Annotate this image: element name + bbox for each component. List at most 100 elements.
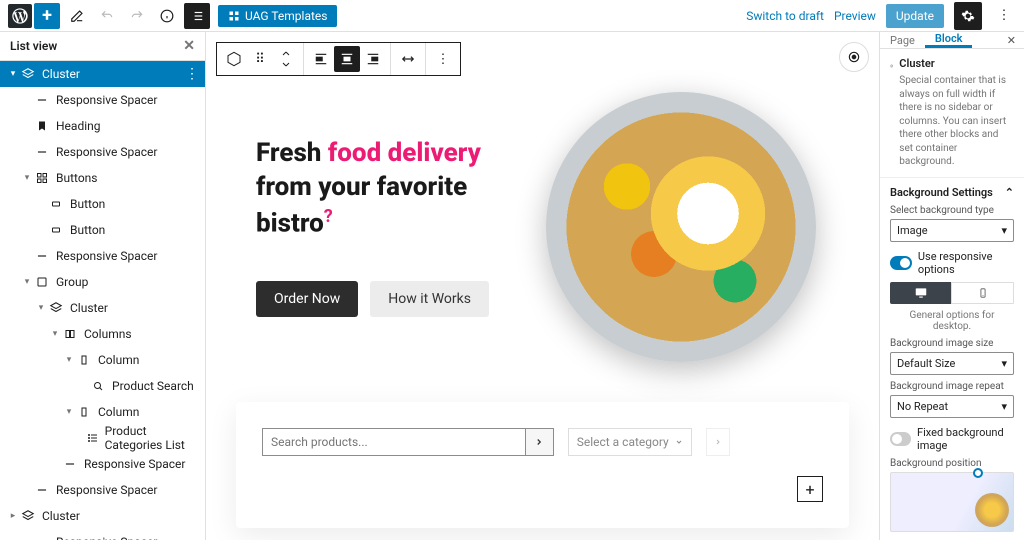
caret-icon[interactable]: ▾ — [20, 277, 34, 287]
align-center-button[interactable] — [334, 46, 360, 72]
bg-position-label: Background position — [890, 458, 1014, 469]
list-view-button[interactable] — [184, 3, 210, 29]
list-item-responsive-spacer[interactable]: Responsive Spacer — [0, 243, 205, 269]
caret-icon[interactable]: ▾ — [62, 407, 76, 417]
caret-icon[interactable]: ▾ — [34, 303, 48, 313]
drag-handle[interactable]: ⠿ — [247, 46, 273, 72]
list-item-heading[interactable]: Heading — [0, 113, 205, 139]
bg-type-select[interactable]: Image ▾ — [890, 219, 1014, 242]
list-item-responsive-spacer[interactable]: Responsive Spacer — [0, 139, 205, 165]
bg-size-select[interactable]: Default Size▾ — [890, 352, 1014, 375]
list-item-responsive-spacer[interactable]: Responsive Spacer — [0, 477, 205, 503]
list-item-product-search[interactable]: Product Search — [0, 373, 205, 399]
block-toolbar: ⠿ ⋮ — [216, 42, 461, 76]
edit-mode-button[interactable] — [64, 3, 90, 29]
block-inspector: Page Block ✕ Cluster Special container t… — [879, 32, 1024, 540]
switch-to-draft-link[interactable]: Switch to draft — [746, 9, 824, 23]
update-button[interactable]: Update — [886, 4, 944, 28]
list-icon — [87, 430, 99, 446]
list-item-group[interactable]: ▾Group — [0, 269, 205, 295]
list-item-column[interactable]: ▾ Column — [0, 399, 205, 425]
caret-icon[interactable]: ▾ — [48, 329, 62, 339]
device-desktop-button[interactable] — [890, 282, 951, 304]
block-type-button[interactable] — [221, 46, 247, 72]
close-list-view-button[interactable]: ✕ — [183, 38, 195, 54]
bookmark-icon — [34, 118, 50, 134]
list-item-label: Cluster — [70, 301, 108, 315]
how-it-works-button[interactable]: How it Works — [370, 281, 489, 317]
align-right-button[interactable] — [360, 46, 386, 72]
list-item-cluster[interactable]: ▾ Cluster — [0, 295, 205, 321]
list-item-responsive-spacer[interactable]: Responsive Spacer — [0, 451, 205, 477]
preview-link[interactable]: Preview — [834, 9, 876, 23]
list-item-label: Responsive Spacer — [84, 457, 185, 471]
caret-icon[interactable]: ▾ — [62, 355, 76, 365]
list-item-label: Button — [70, 223, 105, 237]
list-item-button[interactable]: Button — [0, 191, 205, 217]
list-item-button[interactable]: Button — [0, 217, 205, 243]
list-item-label: Buttons — [56, 171, 98, 185]
list-item-cluster[interactable]: ▾Cluster⋮ — [0, 61, 205, 87]
redo-button[interactable] — [124, 3, 150, 29]
hero-heading[interactable]: Fresh food delivery from your favorite b… — [256, 137, 493, 241]
grid-icon — [34, 170, 50, 186]
top-toolbar: + UAG Templates Switch to draft Preview … — [0, 0, 1024, 32]
more-options-button[interactable]: ⋮ — [992, 4, 1016, 28]
swap-button[interactable] — [395, 46, 421, 72]
order-now-button[interactable]: Order Now — [256, 281, 358, 317]
block-more-button[interactable]: ⋮ — [430, 46, 456, 72]
caret-icon[interactable]: ▸ — [6, 511, 20, 521]
list-item-product-categories-list[interactable]: Product Categories List — [0, 425, 205, 451]
settings-button[interactable] — [954, 2, 982, 30]
list-item-label: Cluster — [42, 509, 80, 523]
list-item-responsive-spacer[interactable]: Responsive Spacer — [0, 87, 205, 113]
dash-icon — [34, 92, 50, 108]
move-up-down[interactable] — [273, 46, 299, 72]
chevron-down-icon: ▾ — [1001, 224, 1007, 237]
editor-canvas[interactable]: ⠿ ⋮ — [206, 32, 879, 540]
collapse-icon[interactable]: ⌃ — [1005, 186, 1014, 199]
list-item-cluster[interactable]: ▸ Cluster — [0, 503, 205, 529]
list-item-column[interactable]: ▾ Column — [0, 347, 205, 373]
list-item-label: Column — [98, 405, 139, 419]
caret-icon[interactable]: ▾ — [20, 173, 34, 183]
product-search-input[interactable] — [262, 428, 526, 456]
list-item-buttons[interactable]: ▾ Buttons — [0, 165, 205, 191]
undo-button[interactable] — [94, 3, 120, 29]
responsive-toggle[interactable] — [890, 256, 912, 270]
search-submit-button[interactable] — [526, 428, 554, 456]
dash-icon — [62, 456, 78, 472]
item-options-button[interactable]: ⋮ — [185, 66, 199, 82]
search-icon — [90, 378, 106, 394]
caret-icon[interactable]: ▾ — [6, 69, 20, 79]
list-item-label: Column — [98, 353, 139, 367]
list-item-label: Responsive Spacer — [56, 93, 157, 107]
category-select[interactable]: Select a category — [568, 428, 692, 456]
category-go-button[interactable] — [706, 428, 730, 456]
add-inner-block-button[interactable]: + — [797, 476, 823, 502]
info-button[interactable] — [154, 3, 180, 29]
bg-position-picker[interactable] — [890, 472, 1014, 532]
bg-repeat-select[interactable]: No Repeat▾ — [890, 395, 1014, 418]
tab-block[interactable]: Block — [925, 32, 973, 48]
close-inspector-button[interactable]: ✕ — [999, 34, 1024, 47]
layers-icon — [20, 66, 36, 82]
list-item-columns[interactable]: ▾Columns — [0, 321, 205, 347]
list-item-label: Product Search — [112, 379, 194, 393]
bg-type-label: Select background type — [890, 205, 1014, 216]
block-description: Special container that is always on full… — [899, 74, 1014, 169]
fixed-bg-toggle[interactable] — [890, 432, 911, 446]
align-left-button[interactable] — [308, 46, 334, 72]
wordpress-logo[interactable] — [8, 4, 32, 28]
square-icon — [48, 222, 64, 238]
device-mobile-button[interactable] — [951, 282, 1014, 304]
list-item-label: Heading — [56, 119, 101, 133]
tab-page[interactable]: Page — [880, 32, 925, 48]
uag-templates-button[interactable]: UAG Templates — [218, 5, 337, 27]
list-item-label: Product Categories List — [105, 424, 199, 452]
style-pin-button[interactable] — [839, 42, 869, 72]
add-block-button[interactable]: + — [34, 3, 60, 29]
list-item-responsive-spacer[interactable]: Responsive Spacer — [0, 529, 205, 540]
dash-icon — [34, 248, 50, 264]
dash-icon — [34, 534, 50, 540]
